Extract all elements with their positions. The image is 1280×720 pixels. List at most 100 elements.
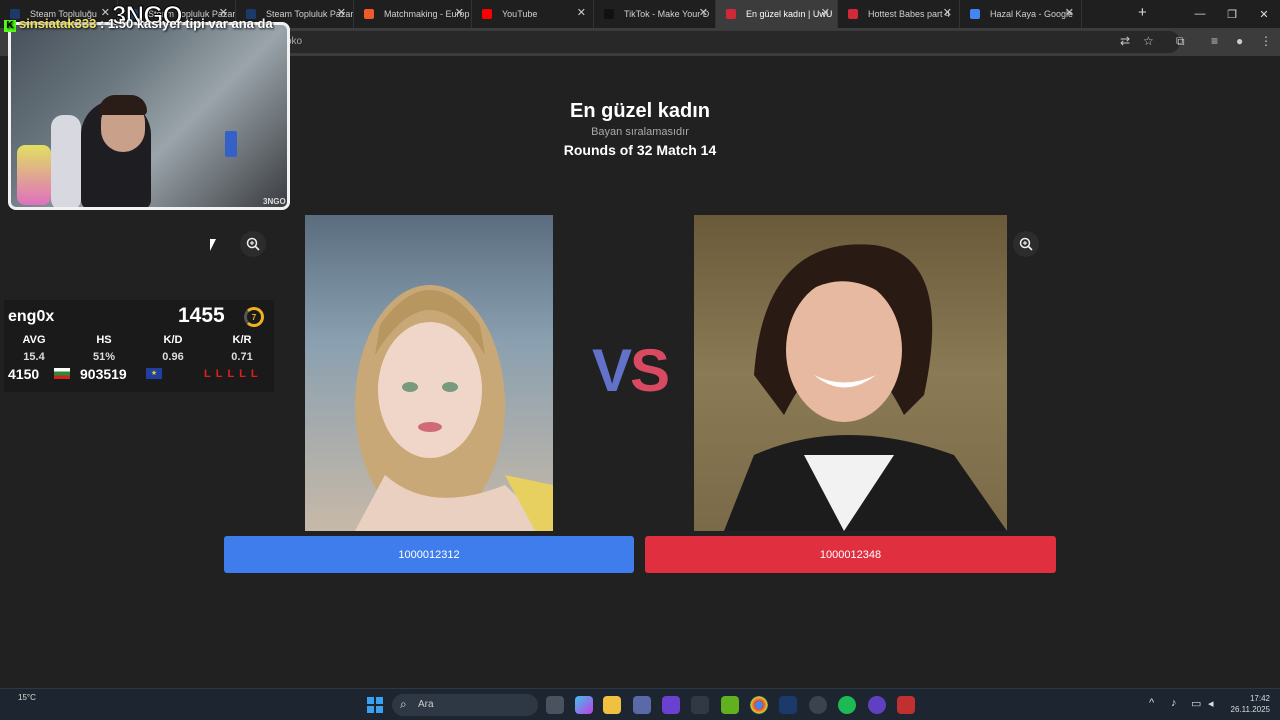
extensions-icon[interactable]: ⧉ [1176, 34, 1185, 49]
tab-favicon-icon [482, 9, 492, 19]
copilot-icon[interactable] [575, 696, 593, 714]
tab-favicon-icon [364, 9, 374, 19]
tab-label: Hottest Babes part 4 [868, 9, 951, 19]
elo-value: 1455 [178, 304, 225, 327]
weather-widget[interactable]: 15°C [18, 693, 36, 702]
gaming-chair [51, 115, 81, 207]
contestant-right-illustration [724, 244, 1007, 531]
versus-label: VS [592, 336, 670, 405]
stat-header-hs: HS [96, 334, 112, 346]
phone [225, 131, 237, 157]
versus-s: S [630, 337, 670, 404]
tab-close-icon[interactable]: ✕ [577, 6, 586, 19]
minimize-button[interactable]: — [1184, 0, 1216, 28]
tab-close-icon[interactable]: ✕ [699, 6, 708, 19]
tab-favicon-icon [848, 9, 858, 19]
contestant-left-illustration [355, 285, 553, 531]
tab-4[interactable]: YouTube ✕ [472, 0, 594, 28]
zoom-left-icon[interactable] [240, 231, 266, 257]
obs-icon[interactable] [868, 696, 886, 714]
tab-8[interactable]: Hazal Kaya - Google ✕ [960, 0, 1082, 28]
media-icon[interactable]: ≡ [1211, 34, 1218, 48]
task-view-icon[interactable] [546, 696, 564, 714]
spotify-icon[interactable] [838, 696, 856, 714]
search-icon: ⌕ [400, 697, 407, 711]
microphone-icon[interactable]: ♪ [1171, 697, 1177, 709]
stat-value-kr: 0.71 [231, 351, 253, 363]
contestant-left-photo[interactable] [305, 215, 553, 531]
translate-icon[interactable]: ⇄ [1120, 34, 1130, 48]
recent-results: LLLLL [204, 368, 263, 380]
new-tab-button[interactable]: + [1138, 4, 1147, 21]
eu-flag-icon: ★ [146, 368, 162, 379]
tab-close-icon[interactable]: ✕ [1065, 6, 1074, 19]
steam-icon[interactable] [779, 696, 797, 714]
contestant-right-photo[interactable] [694, 215, 1007, 531]
stat-header-kr: K/R [232, 334, 252, 346]
level-badge: 7 [244, 307, 264, 327]
kick-icon: K [4, 20, 16, 32]
epic-icon[interactable] [691, 696, 709, 714]
maximize-button[interactable]: ❐ [1216, 0, 1248, 28]
search-placeholder: Ara [418, 699, 434, 710]
network-icon[interactable]: ▭ [1191, 697, 1201, 710]
volume-icon[interactable]: ◂ [1208, 697, 1214, 710]
stat-value-hs: 51% [92, 351, 116, 363]
chrome-icon[interactable] [750, 696, 768, 714]
tab-5[interactable]: TikTok - Make Your D ✕ [594, 0, 716, 28]
tab-close-icon[interactable]: ✕ [455, 6, 464, 19]
stat-header-kd: K/D [163, 334, 183, 346]
mouse-cursor-icon [210, 239, 216, 251]
clock-date: 26.11.2025 [1230, 705, 1270, 714]
tab-label: Hazal Kaya - Google [990, 9, 1074, 19]
tab-close-icon[interactable]: ✕ [337, 6, 346, 19]
player-name: eng0x [8, 308, 55, 325]
webcam-badge: 3NGO [263, 197, 286, 206]
tab-label: YouTube [502, 9, 538, 19]
start-button[interactable] [367, 697, 383, 713]
bulgaria-flag-icon [54, 368, 70, 379]
menu-kebab-icon[interactable]: ⋮ [1260, 34, 1272, 48]
stat-value-kd: 0.96 [162, 351, 184, 363]
faceit-stats-widget: eng0x 1455 7 AVG HS K/D K/R 15.4 51% 0.9… [4, 300, 274, 392]
vote-left-button[interactable]: 1000012312 [224, 536, 634, 573]
clock-time: 17:42 [1249, 694, 1270, 703]
store-icon[interactable] [633, 696, 651, 714]
tab-label: TikTok - Make Your D [624, 9, 710, 19]
stat-header-avg: AVG [22, 334, 46, 346]
tab-3[interactable]: Matchmaking - Europ ✕ [354, 0, 472, 28]
shield-icon[interactable] [897, 696, 915, 714]
versus-v: V [592, 337, 632, 404]
windows-taskbar: 15°C ⌕ Ara ^ ♪ ▭ ◂ 17:42 26.11.2025 [0, 688, 1280, 720]
profile-avatar-icon[interactable]: ● [1236, 34, 1243, 48]
zoom-right-icon[interactable] [1013, 231, 1039, 257]
tab-close-icon[interactable]: ✕ [943, 6, 952, 19]
region-rank: 903519 [80, 366, 127, 382]
tab-6[interactable]: En güzel kadın | UwU ✕ [716, 0, 838, 28]
window-controls: — ❐ ✕ [1184, 0, 1280, 28]
app-x-icon[interactable] [662, 696, 680, 714]
vote-right-button[interactable]: 1000012348 [645, 536, 1056, 573]
tab-favicon-icon [604, 9, 614, 19]
chat-overlay-message: Ksinsiatak333 : 1.50 kasiyer tipi var an… [4, 16, 273, 32]
nvidia-icon[interactable] [721, 696, 739, 714]
settings-icon[interactable] [809, 696, 827, 714]
address-bar[interactable]: oko [230, 31, 1180, 53]
close-window-button[interactable]: ✕ [1248, 0, 1280, 28]
file-explorer-icon[interactable] [603, 696, 621, 714]
stat-value-avg: 15.4 [23, 351, 45, 363]
bookmark-star-icon[interactable]: ☆ [1143, 34, 1154, 48]
taskbar-search[interactable]: ⌕ Ara [392, 694, 538, 716]
tab-close-icon[interactable]: ✕ [821, 6, 830, 19]
webcam-overlay: 3NGO [8, 22, 290, 210]
clock[interactable]: 17:42 26.11.2025 [1231, 693, 1270, 715]
tray-chevron-icon[interactable]: ^ [1149, 697, 1154, 709]
tab-7[interactable]: Hottest Babes part 4 ✕ [838, 0, 960, 28]
country-rank: 4150 [8, 366, 40, 382]
tab-label: En güzel kadın | UwU [746, 9, 833, 19]
chat-text: : 1.50 kasiyer tipi var ana da [99, 16, 273, 31]
rgb-light [17, 145, 51, 205]
streamer-hair [99, 95, 147, 115]
chat-username: sinsiatak333 [19, 16, 97, 31]
tab-favicon-icon [726, 9, 736, 19]
